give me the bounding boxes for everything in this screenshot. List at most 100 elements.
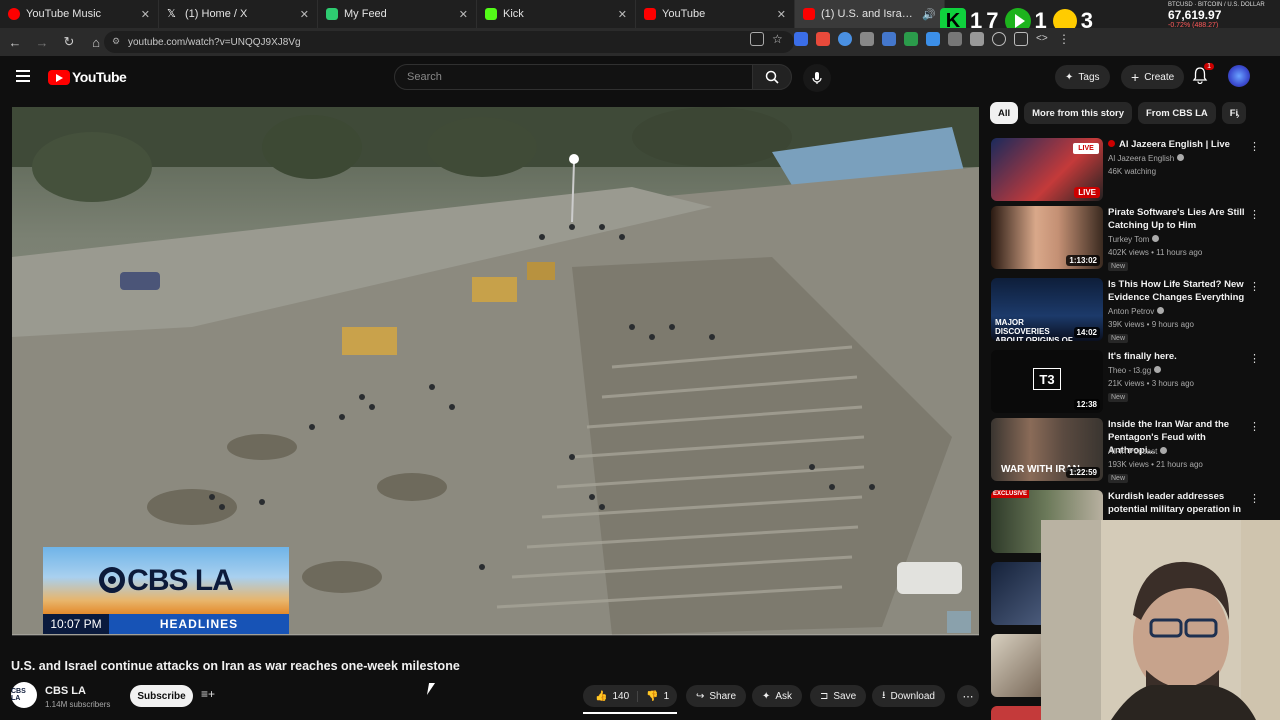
tab-title: YouTube Music (26, 8, 102, 20)
more-vertical-icon[interactable]: ⋮ (1249, 352, 1260, 365)
video-thumbnail[interactable]: 1:13:02 (991, 206, 1103, 269)
recommendation-item[interactable]: WAR WITH IRAN 1:22:59 Inside the Iran Wa… (991, 418, 1273, 484)
account-avatar[interactable] (1228, 65, 1250, 87)
close-tab-icon[interactable]: ✕ (777, 8, 786, 21)
forward-arrow-icon[interactable]: → (30, 30, 54, 54)
share-button[interactable]: ↪ Share (686, 685, 747, 707)
recommendation-item[interactable]: LIVE LIVE Al Jazeera English | Live Al J… (991, 138, 1273, 204)
extension-icon[interactable] (882, 32, 896, 46)
more-actions-button[interactable]: ⋯ (957, 685, 979, 707)
tags-button[interactable]: ✦ Tags (1055, 65, 1110, 89)
more-vertical-icon[interactable]: ⋮ (1249, 492, 1260, 505)
more-horizontal-icon: ⋯ (962, 690, 974, 703)
chip-truncated[interactable]: Fi (1221, 102, 1247, 124)
history-icon[interactable] (992, 32, 1006, 46)
notifications-button[interactable]: 1 (1191, 63, 1214, 86)
video-thumbnail[interactable]: T3 12:38 (991, 350, 1103, 413)
video-thumbnail[interactable] (991, 706, 1041, 720)
hamburger-menu-icon[interactable] (16, 70, 30, 82)
recommendation-meta: 193K views • 21 hours ago (1108, 460, 1203, 469)
browser-tab-youtube[interactable]: YouTube ✕ (636, 0, 795, 28)
download-icon: ⭳ (882, 689, 886, 701)
devtools-icon[interactable]: <> (1036, 32, 1050, 46)
more-vertical-icon[interactable]: ⋮ (1249, 140, 1260, 153)
audio-playing-icon[interactable]: 🔊 (922, 8, 936, 21)
install-app-icon[interactable] (750, 32, 764, 46)
extension-icon[interactable] (926, 32, 940, 46)
search-button[interactable] (752, 64, 792, 90)
browser-tab-active-video[interactable]: (1) U.S. and Israel continue🔊 (795, 0, 945, 28)
corner-bug-icon (947, 611, 971, 633)
ask-button[interactable]: ✦ Ask (752, 685, 803, 707)
close-tab-icon[interactable]: ✕ (141, 8, 150, 21)
recommendation-channel[interactable]: Theo - t3.gg (1108, 366, 1162, 375)
tags-label: Tags (1078, 71, 1100, 83)
more-vertical-icon[interactable]: ⋮ (1249, 280, 1260, 293)
subscriber-count: 1.14M subscribers (45, 700, 111, 709)
create-button[interactable]: + Create (1121, 65, 1185, 89)
video-progress-bar[interactable] (12, 634, 979, 636)
voice-search-button[interactable] (803, 64, 831, 92)
dislike-button[interactable]: 👎 1 (638, 691, 677, 702)
reload-icon[interactable]: ↻ (57, 30, 81, 54)
search-input[interactable]: Search (394, 64, 756, 90)
video-thumbnail[interactable] (991, 634, 1041, 697)
video-player[interactable]: CBS LA 10:07 PM HEADLINES (12, 107, 979, 635)
browser-tab-youtube-music[interactable]: YouTube Music ✕ (0, 0, 159, 28)
recommendation-item[interactable]: MAJOR DISCOVERIES ABOUT ORIGINS OF LIFE … (991, 278, 1273, 344)
like-button[interactable]: 👍 140 (583, 690, 639, 702)
youtube-logo[interactable]: YouTube (48, 69, 127, 85)
channel-name[interactable]: CBS LA (45, 685, 86, 697)
new-badge: New (1108, 393, 1129, 402)
tab-title: Kick (503, 8, 524, 20)
more-vertical-icon[interactable]: ⋮ (1249, 420, 1260, 433)
recommendation-title: It's finally here. (1108, 351, 1177, 362)
video-thumbnail[interactable] (991, 562, 1041, 625)
chip-more-from-story[interactable]: More from this story (1024, 102, 1132, 124)
site-info-icon[interactable]: ⚙ (112, 36, 123, 47)
extension-icon[interactable] (948, 32, 962, 46)
recommendation-channel[interactable]: Al Jazeera English (1108, 154, 1185, 163)
chevron-right-icon[interactable]: › (1236, 110, 1240, 122)
browser-tab-kick[interactable]: Kick ✕ (477, 0, 636, 28)
extension-icon[interactable] (794, 32, 808, 46)
close-tab-icon[interactable]: ✕ (300, 8, 309, 21)
browser-tab-my-feed[interactable]: My Feed ✕ (318, 0, 477, 28)
browser-tab-x-home[interactable]: 𝕏 (1) Home / X ✕ (159, 0, 318, 28)
extension-icon[interactable] (904, 32, 918, 46)
more-vertical-icon[interactable]: ⋮ (1249, 208, 1260, 221)
btc-ticker-widget[interactable]: BTCUSD · BITCOIN / U.S. DOLLAR 67,619.97… (1168, 2, 1268, 29)
screenshot-icon[interactable] (1014, 32, 1028, 46)
chip-from-cbs-la[interactable]: From CBS LA (1138, 102, 1216, 124)
recommendation-channel[interactable]: All-In Podcast (1108, 447, 1168, 456)
download-button[interactable]: ⭳ Download (872, 685, 945, 707)
feed-favicon-icon (326, 8, 338, 20)
puzzle-extensions-icon[interactable] (970, 32, 984, 46)
browser-menu-icon[interactable]: ⋮ (1058, 32, 1072, 46)
chip-all[interactable]: All (990, 102, 1019, 124)
duration-badge: 1:22:59 (1066, 467, 1100, 478)
recommendation-item[interactable]: 1:13:02 Pirate Software's Lies Are Still… (991, 206, 1273, 272)
video-thumbnail[interactable]: LIVE LIVE (991, 138, 1103, 201)
close-tab-icon[interactable]: ✕ (459, 8, 468, 21)
save-button[interactable]: ⊐ Save (810, 685, 867, 707)
recommendation-channel[interactable]: Anton Petrov (1108, 307, 1165, 316)
video-thumbnail[interactable]: MAJOR DISCOVERIES ABOUT ORIGINS OF LIFE … (991, 278, 1103, 341)
recommendation-item[interactable]: T3 12:38 It's finally here. Theo - t3.gg… (991, 350, 1273, 416)
extension-icon[interactable] (816, 32, 830, 46)
subscribe-button[interactable]: Subscribe (130, 685, 193, 707)
extension-icon[interactable] (838, 32, 852, 46)
youtube-play-icon (48, 69, 70, 85)
verified-check-icon (1152, 235, 1160, 242)
close-tab-icon[interactable]: ✕ (618, 8, 627, 21)
video-thumbnail[interactable]: WAR WITH IRAN 1:22:59 (991, 418, 1103, 481)
recommendation-channel[interactable]: Turkey Tom (1108, 235, 1160, 244)
extension-icon[interactable] (860, 32, 874, 46)
notification-count-badge: 1 (1204, 63, 1214, 70)
channel-avatar[interactable]: CBS LA (11, 682, 37, 708)
back-arrow-icon[interactable]: ← (3, 30, 27, 54)
add-to-playlist-icon[interactable]: ≡+ (201, 687, 219, 705)
address-bar[interactable]: ⚙ youtube.com/watch?v=UNQQJ9XJ8Vg (104, 31, 794, 53)
bookmark-star-icon[interactable]: ☆ (772, 32, 786, 46)
kick-favicon-icon (485, 8, 497, 20)
